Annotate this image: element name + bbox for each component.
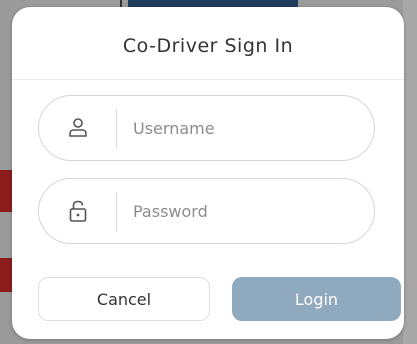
cancel-button[interactable]: Cancel (38, 277, 210, 321)
password-input[interactable] (133, 179, 353, 243)
lock-icon (65, 198, 91, 224)
user-icon (65, 115, 91, 141)
username-input[interactable] (133, 96, 353, 160)
field-separator (116, 109, 117, 149)
field-separator (116, 192, 117, 232)
username-field[interactable] (38, 95, 375, 161)
background-right-panel (403, 0, 417, 344)
dialog-header: Co-Driver Sign In (12, 7, 404, 80)
password-field[interactable] (38, 178, 375, 244)
dialog-title: Co-Driver Sign In (122, 35, 294, 57)
co-driver-sign-in-dialog: Co-Driver Sign In Cancel Login (12, 7, 404, 339)
login-button[interactable]: Login (232, 277, 401, 321)
